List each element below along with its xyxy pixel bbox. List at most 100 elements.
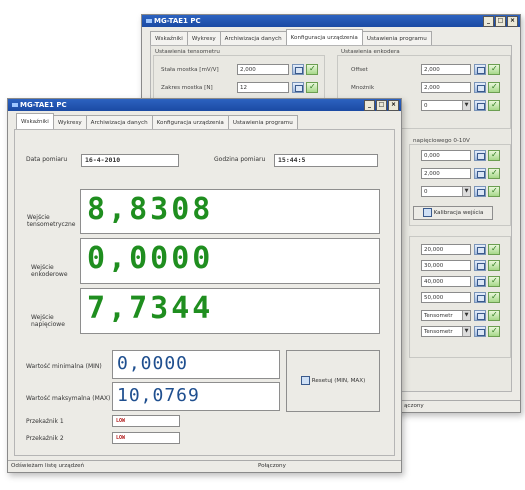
apply-check-icon[interactable]: [306, 82, 318, 93]
max-value-label: Wartość maksymalna (MAX): [26, 395, 111, 402]
tab-archiwizacja[interactable]: Archiwizacja danych: [85, 115, 153, 130]
back-tab-bar: Wskaźniki Wykresy Archiwizacja danych Ko…: [150, 29, 432, 46]
relay-2-value: LOW: [112, 432, 180, 444]
strain-input-value: 8,8308: [80, 189, 380, 234]
maximize-icon[interactable]: □: [376, 100, 387, 111]
reset-min-max-button[interactable]: Resetuj (MIN, MAX): [286, 350, 380, 412]
apply-check-icon[interactable]: [488, 326, 500, 337]
save-icon[interactable]: [474, 82, 486, 93]
back-tab-konfiguracja[interactable]: Konfiguracja urządzenia: [285, 29, 363, 46]
apply-check-icon[interactable]: [488, 186, 500, 197]
maximize-icon[interactable]: □: [495, 16, 506, 27]
threshold-field-1[interactable]: 20,000: [421, 244, 471, 255]
min-value-field: 0,0000: [112, 350, 280, 379]
voltage-mode-value: 0: [424, 189, 428, 195]
status-right-text: Połączony: [258, 463, 286, 469]
save-icon[interactable]: [474, 292, 486, 303]
minimize-icon[interactable]: _: [364, 100, 375, 111]
back-tab-archiwizacja[interactable]: Archiwizacja danych: [219, 31, 287, 46]
chevron-down-icon[interactable]: ▼: [462, 187, 470, 196]
threshold-field-2[interactable]: 30,000: [421, 260, 471, 271]
reset-label: Resetuj (MIN, MAX): [311, 378, 366, 384]
apply-check-icon[interactable]: [488, 276, 500, 287]
calibrate-icon: [422, 208, 432, 217]
apply-check-icon[interactable]: [488, 292, 500, 303]
apply-check-icon[interactable]: [306, 64, 318, 75]
tab-ustawienia[interactable]: Ustawienia programu: [227, 115, 298, 130]
front-tab-bar: Wskaźniki Wykresy Archiwizacja danych Ko…: [16, 113, 298, 130]
front-window: MG-TAE1 PC _ □ × Wskaźniki Wykresy Archiwi…: [7, 98, 402, 473]
apply-check-icon[interactable]: [488, 82, 500, 93]
relay-2-label: Przekaźnik 2: [26, 435, 64, 442]
source-select-2[interactable]: Tensometr ▼: [421, 326, 471, 337]
save-icon[interactable]: [292, 64, 304, 75]
voltage-field-2[interactable]: 2,000: [421, 168, 471, 179]
calibrate-input-button[interactable]: Kalibracja wejścia: [413, 206, 493, 220]
max-value-field: 10,0769: [112, 382, 280, 411]
app-logo-icon: [146, 19, 152, 23]
chevron-down-icon[interactable]: ▼: [462, 311, 470, 320]
apply-check-icon[interactable]: [488, 100, 500, 111]
save-icon[interactable]: [474, 276, 486, 287]
save-icon[interactable]: [474, 260, 486, 271]
save-icon[interactable]: [474, 100, 486, 111]
apply-check-icon[interactable]: [488, 244, 500, 255]
threshold-field-4[interactable]: 50,000: [421, 292, 471, 303]
min-value-label: Wartość minimalna (MIN): [26, 363, 102, 370]
multiplier-field[interactable]: 2,000: [421, 82, 471, 93]
threshold-field-3[interactable]: 40,000: [421, 276, 471, 287]
tab-konfiguracja[interactable]: Konfiguracja urządzenia: [151, 115, 229, 130]
save-icon[interactable]: [474, 244, 486, 255]
offset-label: Offset: [351, 67, 368, 73]
back-tab-wykresy[interactable]: Wykresy: [186, 31, 221, 46]
calibrate-label: Kalibracja wejścia: [433, 210, 484, 216]
source-select-1[interactable]: Tensometr ▼: [421, 310, 471, 321]
save-icon[interactable]: [474, 168, 486, 179]
front-status-bar: Odświeżam listę urządzeń Połączony: [8, 460, 401, 472]
reset-icon: [300, 376, 310, 385]
save-icon[interactable]: [474, 310, 486, 321]
encoder-input-value: 0,0000: [80, 238, 380, 284]
minimize-icon[interactable]: _: [483, 16, 494, 27]
status-left-text: Odświeżam listę urządzeń: [11, 463, 85, 469]
back-tab-ustawienia[interactable]: Ustawienia programu: [361, 31, 432, 46]
encoder-mode-value: 0: [424, 103, 428, 109]
multiplier-label: Mnożnik: [351, 85, 375, 91]
apply-check-icon[interactable]: [488, 260, 500, 271]
back-title-bar: MG-TAE1 PC _ □ ×: [142, 15, 520, 27]
voltage-input-label: Wejście napięciowe: [31, 314, 65, 328]
strain-input-label: Wejście tensometryczne: [27, 214, 76, 228]
close-icon[interactable]: ×: [388, 100, 399, 111]
bridge-constant-field[interactable]: 2,000: [237, 64, 289, 75]
bridge-constant-label: Stała mostka [mV/V]: [161, 67, 219, 73]
date-label: Data pomiaru: [26, 156, 68, 163]
save-icon[interactable]: [474, 150, 486, 161]
back-tab-wskazniki[interactable]: Wskaźniki: [150, 31, 188, 46]
close-icon[interactable]: ×: [507, 16, 518, 27]
relay-1-value: LOW: [112, 415, 180, 427]
time-label: Godzina pomiaru: [214, 156, 266, 163]
save-icon[interactable]: [474, 64, 486, 75]
source-select-1-value: Tensometr: [424, 313, 453, 319]
bridge-range-label: Zakres mostka [N]: [161, 85, 213, 91]
chevron-down-icon[interactable]: ▼: [462, 101, 470, 110]
apply-check-icon[interactable]: [488, 64, 500, 75]
voltage-field-1[interactable]: 0,000: [421, 150, 471, 161]
chevron-down-icon[interactable]: ▼: [462, 327, 470, 336]
offset-field[interactable]: 2,000: [421, 64, 471, 75]
encoder-mode-select[interactable]: 0 ▼: [421, 100, 471, 111]
save-icon[interactable]: [292, 82, 304, 93]
save-icon[interactable]: [474, 326, 486, 337]
back-window-title: MG-TAE1 PC: [154, 17, 201, 25]
apply-check-icon[interactable]: [488, 168, 500, 179]
front-title-bar: MG-TAE1 PC _ □ ×: [8, 99, 401, 111]
bridge-range-field[interactable]: 12: [237, 82, 289, 93]
save-icon[interactable]: [474, 186, 486, 197]
tab-wykresy[interactable]: Wykresy: [52, 115, 87, 130]
tab-wskazniki[interactable]: Wskaźniki: [16, 113, 54, 130]
voltage-mode-select[interactable]: 0 ▼: [421, 186, 471, 197]
apply-check-icon[interactable]: [488, 310, 500, 321]
voltage-input-value: 7,7344: [80, 288, 380, 334]
apply-check-icon[interactable]: [488, 150, 500, 161]
relay-1-label: Przekaźnik 1: [26, 418, 64, 425]
